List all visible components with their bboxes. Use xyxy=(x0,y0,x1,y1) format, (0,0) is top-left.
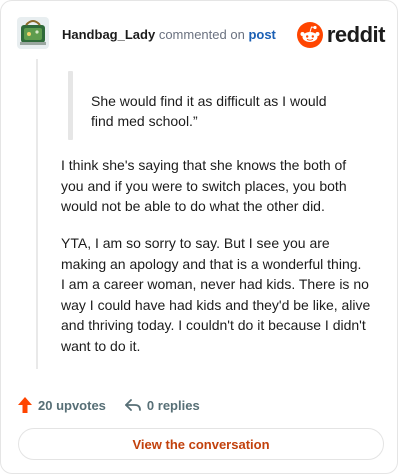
text-line: you and if you were to switch places, yo… xyxy=(61,177,347,194)
upvote-arrow-icon xyxy=(18,397,32,413)
comment-header: Handbag_Lady commented on post reddit xyxy=(17,15,386,55)
avatar[interactable] xyxy=(17,17,49,49)
comment-actions: 20 upvotes 0 replies xyxy=(17,393,218,417)
thread-line xyxy=(36,59,38,369)
reply-button[interactable]: 0 replies xyxy=(124,397,200,413)
text-line: YTA, I am so sorry to say. But I see you… xyxy=(61,235,330,251)
reddit-wordmark: reddit xyxy=(326,22,386,47)
reply-icon xyxy=(125,399,141,411)
text-line: way I could have had kids and they'd be … xyxy=(61,296,371,313)
quote-line: find med school.” xyxy=(91,113,198,129)
upvote-count: 20 upvotes xyxy=(38,397,106,413)
author-name[interactable]: Handbag_Lady xyxy=(62,27,155,42)
text-line: I am a career woman, never had kids. The… xyxy=(61,276,369,292)
quote-line: She would find it as difficult as I woul… xyxy=(91,93,327,109)
view-conversation-button[interactable]: View the conversation xyxy=(18,428,384,460)
reddit-logo[interactable]: reddit xyxy=(296,21,386,49)
byline: Handbag_Lady commented on post xyxy=(62,27,276,42)
quote-bar xyxy=(68,71,73,140)
comment-card: Handbag_Lady commented on post reddit Sh… xyxy=(0,0,398,474)
reply-count: 0 replies xyxy=(146,397,200,413)
text-line: and thriving today. I couldn't do it bec… xyxy=(61,317,366,333)
text-line: would not be able to do what the other d… xyxy=(61,198,325,214)
reddit-logo-icon xyxy=(296,22,323,48)
text-line: making an apology and that is a wonderfu… xyxy=(61,255,362,272)
quoted-text: She would find it as difficult as I woul… xyxy=(91,91,371,131)
comment-paragraph: YTA, I am so sorry to say. But I see you… xyxy=(61,233,381,356)
text-line: I think she's saying that she knows the … xyxy=(61,157,347,173)
byline-action: commented on xyxy=(158,27,245,42)
post-link[interactable]: post xyxy=(248,27,275,42)
comment-paragraph: I think she's saying that she knows the … xyxy=(61,155,381,217)
text-line: want to do it. xyxy=(61,337,141,354)
upvote-button[interactable]: 20 upvotes xyxy=(17,396,106,414)
